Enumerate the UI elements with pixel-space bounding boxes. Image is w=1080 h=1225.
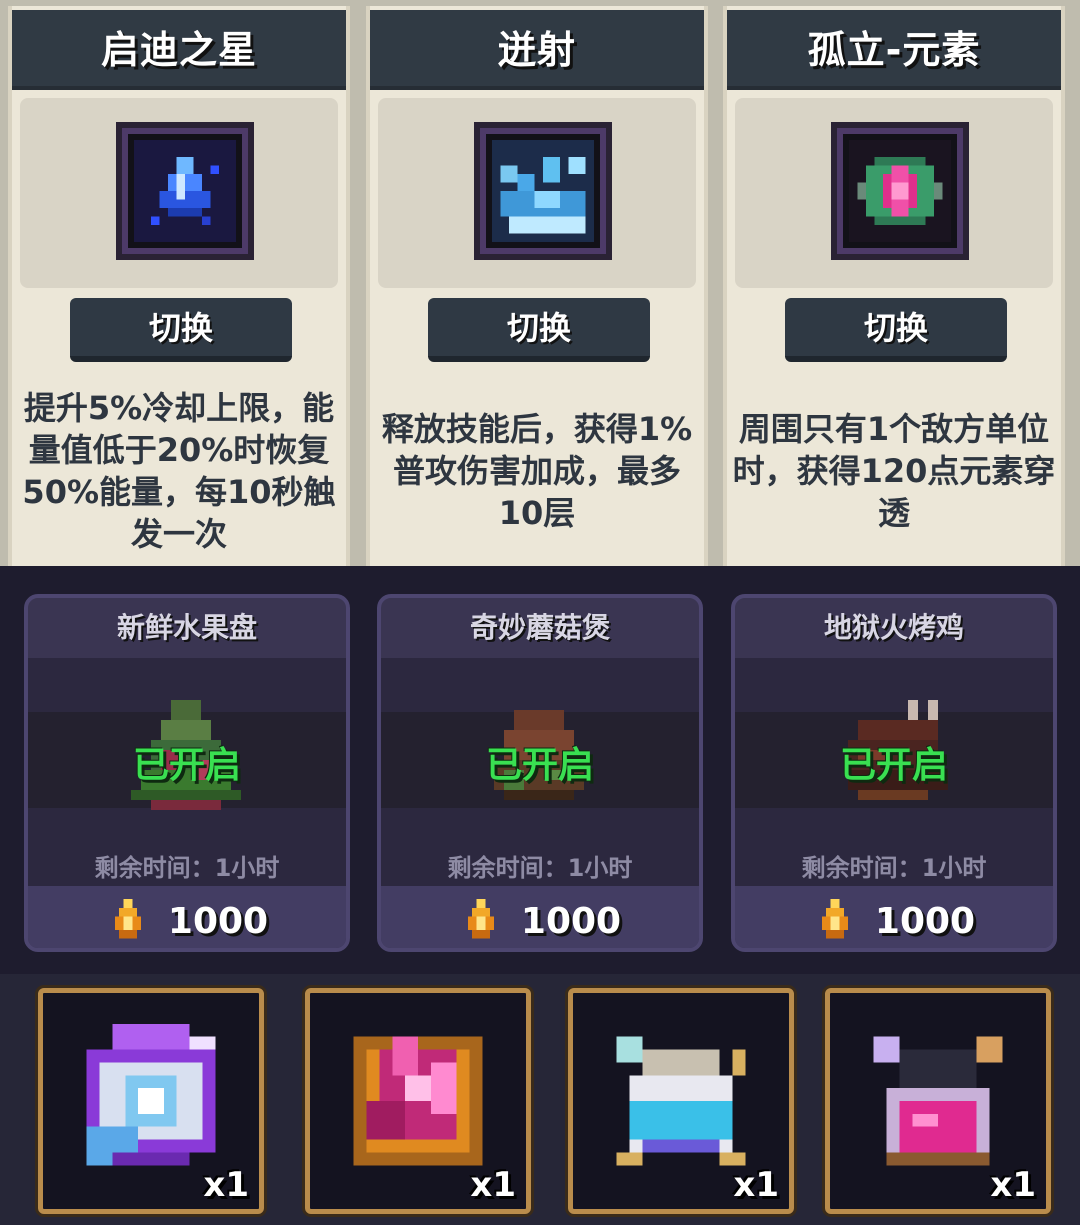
switch-button[interactable]: 切换 [785,298,1007,362]
price-value: 1000 [167,900,269,942]
remaining-time: 剩余时间：1小时 [447,854,633,882]
food-card[interactable]: 奇妙蘑菇煲 已开启 剩余时间：1小时 1000 [377,594,703,952]
item-slot[interactable]: x1 [38,988,264,1214]
purple-orb-icon [86,1023,216,1166]
active-status: 已开启 [485,745,594,786]
active-status: 已开启 [839,745,948,786]
item-quantity: x1 [203,1165,249,1205]
item-section: x1 x1 x1 x1 [0,974,1080,1225]
price-value: 1000 [520,900,622,942]
item-quantity: x1 [733,1165,779,1205]
talent-title: 迸射 [370,10,704,90]
talent-description: 周围只有1个敌方单位时，获得120点元素穿透 [732,410,1056,532]
talent-card: 孤立-元素 切换 周围只有1个敌方单位时，获得120点元素穿透 [723,6,1065,566]
gold-flame-icon [821,899,849,939]
gold-flame-icon [114,899,142,939]
food-name: 奇妙蘑菇煲 [469,611,610,644]
pink-crystal-icon [353,1036,483,1166]
price-row[interactable]: 1000 [28,886,346,948]
active-status: 已开启 [132,745,241,786]
talent-section: 启迪之星 切换 提升5%冷却上限，能量值低于20%时恢复50%能量，每10秒触发… [0,0,1080,566]
price-row[interactable]: 1000 [735,886,1053,948]
pink-potion-icon [873,1036,1003,1166]
item-slot[interactable]: x1 [568,988,794,1214]
food-name: 新鲜水果盘 [116,611,257,644]
talent-card: 迸射 切换 释放技能后，获得1%普攻伤害加成，最多10层 [366,6,708,566]
burst-icon [474,122,612,260]
food-name: 地狱火烤鸡 [823,611,964,644]
food-card[interactable]: 新鲜水果盘 已开启 剩余时间：1小时 1000 [24,594,350,952]
gold-flame-icon [467,899,495,939]
blue-potion-icon [616,1036,746,1166]
food-card[interactable]: 地狱火烤鸡 已开启 剩余时间：1小时 1000 [731,594,1057,952]
talent-icon-area [20,98,338,288]
switch-button[interactable]: 切换 [428,298,650,362]
item-slot[interactable]: x1 [305,988,531,1214]
remaining-time: 剩余时间：1小时 [801,854,987,882]
star-gem-icon [116,122,254,260]
talent-title: 孤立-元素 [727,10,1061,90]
item-quantity: x1 [470,1165,516,1205]
item-quantity: x1 [990,1165,1036,1205]
talent-card: 启迪之星 切换 提升5%冷却上限，能量值低于20%时恢复50%能量，每10秒触发… [8,6,350,566]
price-value: 1000 [874,900,976,942]
talent-description: 提升5%冷却上限，能量值低于20%时恢复50%能量，每10秒触发一次 [22,389,336,553]
price-row[interactable]: 1000 [381,886,699,948]
talent-title: 启迪之星 [12,10,346,90]
food-section: 新鲜水果盘 已开启 剩余时间：1小时 1000 奇妙蘑菇煲 已开启 剩余时间：1… [0,566,1080,974]
remaining-time: 剩余时间：1小时 [94,854,280,882]
element-orb-icon [831,122,969,260]
talent-description: 释放技能后，获得1%普攻伤害加成，最多10层 [381,410,693,532]
switch-button[interactable]: 切换 [70,298,292,362]
talent-icon-area [378,98,696,288]
talent-icon-area [735,98,1053,288]
item-slot[interactable]: x1 [825,988,1051,1214]
